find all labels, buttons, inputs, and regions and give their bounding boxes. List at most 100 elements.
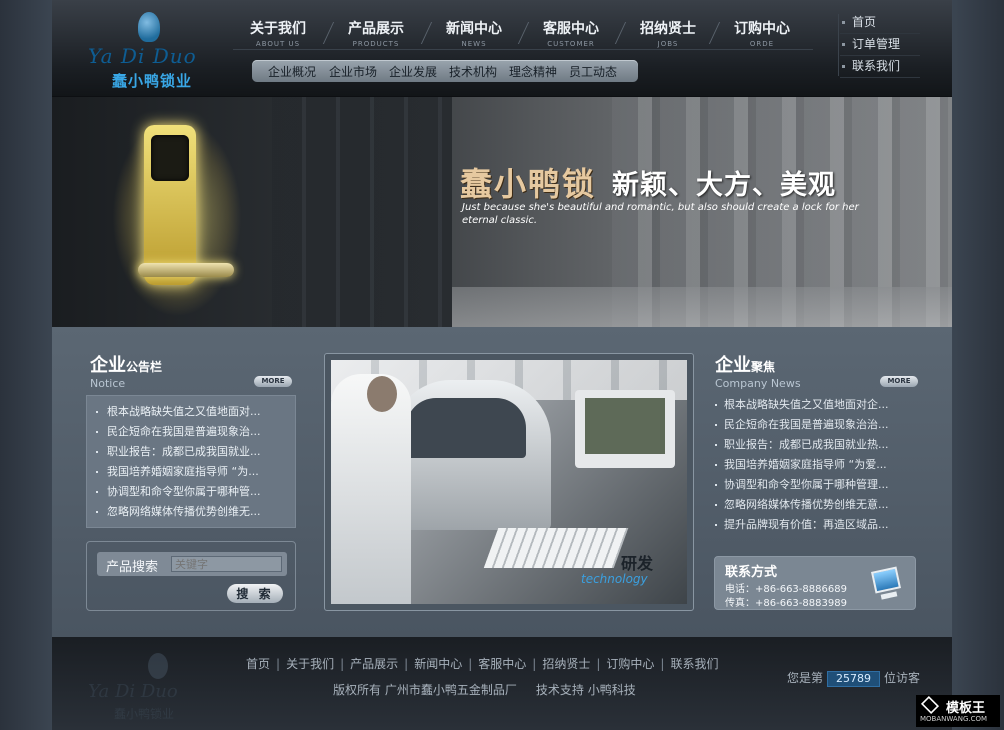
- support-text: 技术支持 小鸭科技: [535, 683, 636, 697]
- lock-handle: [138, 263, 234, 277]
- notice-title-small: 公告栏: [126, 360, 163, 374]
- news-title-en: Company News: [715, 377, 801, 390]
- news-more-button[interactable]: MORE: [880, 376, 918, 387]
- footer-link-products[interactable]: 产品展示: [350, 657, 398, 671]
- footer-sep: |: [276, 657, 281, 671]
- nav-label: 新闻中心: [446, 21, 502, 37]
- photo-technician-head: [367, 376, 397, 412]
- list-item[interactable]: 民企短命在我国是普遍现象治...: [87, 422, 295, 442]
- search-row: 产品搜索: [97, 552, 287, 576]
- nav-sublabel: NEWS: [461, 40, 487, 48]
- search-input[interactable]: [171, 556, 282, 572]
- nav-news[interactable]: 新闻中心 NEWS: [429, 18, 519, 48]
- list-item[interactable]: 职业报告：成都已成我国就业热...: [712, 435, 922, 455]
- copyright-text: 版权所有 广州市蠢小鸭五金制品厂: [333, 683, 517, 697]
- footer-logo: Ya Di Duo 蠢小鸭锁业: [88, 647, 208, 721]
- footer-link-customer[interactable]: 客服中心: [478, 657, 526, 671]
- subnav-development[interactable]: 企业发展: [389, 63, 437, 80]
- left-shadow: [0, 0, 52, 730]
- logo-cn: 蠢小鸭锁业: [112, 72, 193, 90]
- nav-sublabel: ABOUT US: [255, 40, 301, 48]
- footer-link-contact[interactable]: 联系我们: [670, 657, 718, 671]
- nav-label: 招纳贤士: [640, 21, 696, 37]
- footer-sep: |: [532, 657, 537, 671]
- nav-label: 客服中心: [543, 21, 599, 37]
- notice-list: 根本战略缺失值之又值地面对... 民企短命在我国是普遍现象治... 职业报告：成…: [86, 395, 296, 528]
- banner-wall: [272, 97, 452, 327]
- list-item[interactable]: 根本战略缺失值之又值地面对企...: [712, 395, 922, 415]
- visit-suffix: 位访客: [884, 671, 921, 685]
- product-search: 产品搜索 搜 索: [86, 541, 296, 611]
- lock-keypad: [151, 135, 189, 181]
- list-item[interactable]: 根本战略缺失值之又值地面对...: [87, 402, 295, 422]
- nav-jobs[interactable]: 招纳贤士 JOBS: [623, 18, 713, 48]
- visit-count: 25789: [827, 671, 881, 687]
- banner-floor: [452, 287, 952, 327]
- right-shadow: [952, 0, 1004, 730]
- watermark-site: MOBANWANG.COM: [920, 715, 988, 723]
- watermark-title: 模板王: [946, 701, 986, 716]
- footer-link-jobs[interactable]: 招纳贤士: [542, 657, 590, 671]
- photo-label: 研发: [621, 554, 654, 573]
- logo[interactable]: Ya Di Duo 蠢小鸭锁业: [82, 8, 212, 90]
- contact-title: 联系方式: [725, 565, 778, 580]
- list-item[interactable]: 我国培养婚姻家庭指导师 “为爱...: [712, 455, 922, 475]
- footer-sep: |: [340, 657, 345, 671]
- subnav-overview[interactable]: 企业概况: [268, 63, 316, 80]
- quick-order-manage[interactable]: 订单管理: [840, 34, 920, 56]
- photo-machine-window: [406, 398, 526, 458]
- banner-slogan-2: 新颖、大方、美观: [612, 170, 836, 201]
- quick-links: 首页 订单管理 联系我们: [840, 12, 920, 78]
- footer-link-about[interactable]: 关于我们: [286, 657, 334, 671]
- quick-divider: [838, 14, 839, 76]
- footer-links: 首页 | 关于我们 | 产品展示 | 新闻中心 | 客服中心 | 招纳贤士 | 订购中心 | 联系我们: [246, 655, 718, 672]
- quick-home[interactable]: 首页: [840, 12, 920, 34]
- visitor-counter: 您是第 25789 位访客: [787, 669, 920, 687]
- visit-prefix: 您是第: [787, 671, 824, 685]
- nav-order[interactable]: 订购中心 ORDE: [717, 18, 807, 48]
- nav-label: 关于我们: [250, 21, 306, 37]
- nav-label: 订购中心: [734, 21, 790, 37]
- footer-logo-en: Ya Di Duo: [88, 681, 178, 702]
- list-item[interactable]: 忽略网络媒体传播优势创维无意...: [712, 495, 922, 515]
- company-news-title: 企业聚焦 Company News: [715, 351, 801, 390]
- banner-slogan: 蠢小鸭锁: [460, 165, 597, 203]
- photo-keyboard: [483, 528, 629, 568]
- footer-link-news[interactable]: 新闻中心: [414, 657, 462, 671]
- list-item[interactable]: 民企短命在我国是普遍现象治治...: [712, 415, 922, 435]
- footer-link-home[interactable]: 首页: [246, 657, 270, 671]
- search-label: 产品搜索: [106, 560, 159, 575]
- monitor-icon: [870, 566, 902, 594]
- footer-link-order[interactable]: 订购中心: [606, 657, 654, 671]
- watermark: 模板王 MOBANWANG.COM: [916, 695, 1000, 727]
- list-item[interactable]: 职业报告：成都已成我国就业...: [87, 442, 295, 462]
- nav-customer[interactable]: 客服中心 CUSTOMER: [526, 18, 616, 48]
- nav-sublabel: PRODUCTS: [352, 40, 400, 48]
- subnav-staff[interactable]: 员工动态: [569, 63, 617, 80]
- subnav-technology[interactable]: 技术机构: [449, 63, 497, 80]
- news-title-small: 聚焦: [751, 360, 776, 374]
- nav-about[interactable]: 关于我们 ABOUT US: [233, 18, 323, 48]
- footer-sep: |: [660, 657, 665, 671]
- hero-banner: 蠢小鸭锁 新颖、大方、美观 Just because she's beautif…: [52, 97, 952, 327]
- list-item[interactable]: 提升品牌现有价值：再造区域品...: [712, 515, 922, 535]
- list-item[interactable]: 我国培养婚姻家庭指导师 “为...: [87, 462, 295, 482]
- list-item[interactable]: 协调型和命令型你属于哪种管...: [87, 482, 295, 502]
- footer-sep: |: [596, 657, 601, 671]
- footer: Ya Di Duo 蠢小鸭锁业 首页 | 关于我们 | 产品展示 | 新闻中心 | 客服中心 | 招…: [52, 637, 952, 730]
- quick-contact[interactable]: 联系我们: [840, 56, 920, 78]
- contact-box: 联系方式 电话：+86-663-8886689 传真：+86-663-88839…: [714, 556, 916, 610]
- banner-tagline: Just because she's beautiful and romanti…: [462, 202, 859, 226]
- notice-more-button[interactable]: MORE: [254, 376, 292, 387]
- notice-title-en: Notice: [90, 377, 126, 390]
- rd-photo[interactable]: 研发 technology: [324, 353, 694, 611]
- list-item[interactable]: 协调型和命令型你属于哪种管理...: [712, 475, 922, 495]
- nav-sublabel: ORDE: [749, 40, 775, 48]
- subnav-philosophy[interactable]: 理念精神: [509, 63, 557, 80]
- list-item[interactable]: 忽略网络媒体传播优势创维无...: [87, 502, 295, 522]
- search-button[interactable]: 搜 索: [227, 584, 283, 603]
- nav-products[interactable]: 产品展示 PRODUCTS: [331, 18, 421, 48]
- nav-sublabel: CUSTOMER: [547, 40, 595, 48]
- contact-fax: 传真：+86-663-8883989: [725, 598, 847, 609]
- subnav-market[interactable]: 企业市场: [329, 63, 377, 80]
